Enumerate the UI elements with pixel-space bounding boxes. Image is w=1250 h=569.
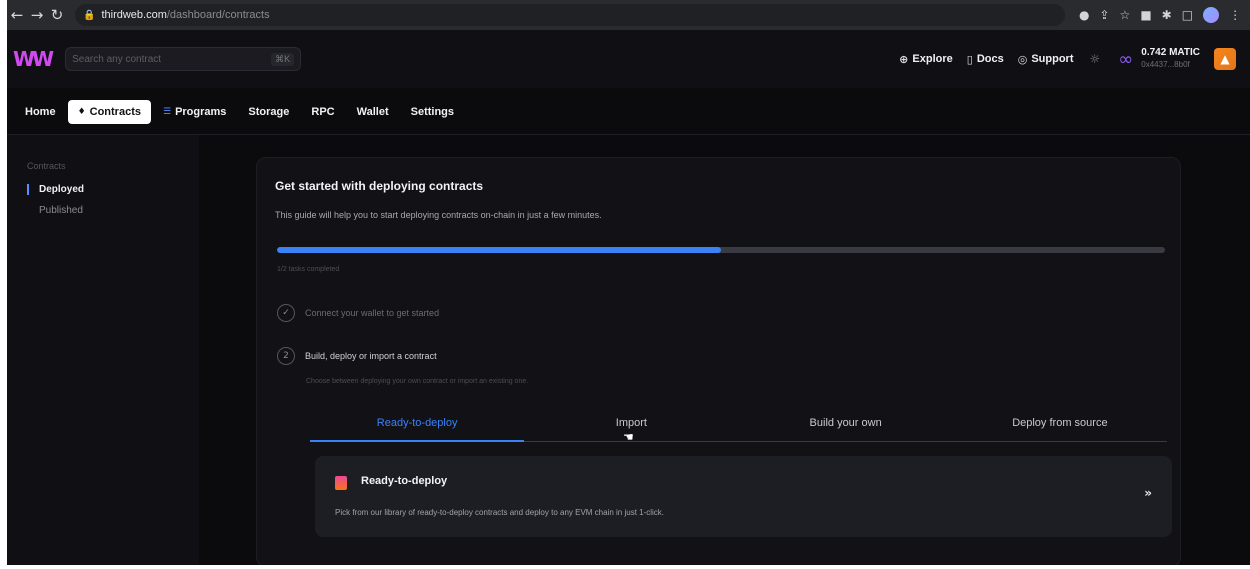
step-deploy-contract: 2 Build, deploy or import a contract — [277, 347, 437, 365]
deploy-tabs: Ready-to-deploy Import Build your own De… — [310, 408, 1167, 442]
nav-label-settings: Settings — [410, 106, 455, 118]
app-frame: ← → ↻ 🔒 thirdweb.com /dashboard/contract… — [7, 0, 1250, 565]
support-link[interactable]: ◎ Support — [1018, 53, 1074, 66]
nav-item-storage[interactable]: Storage — [238, 100, 299, 124]
nav-item-rpc[interactable]: RPC — [301, 100, 344, 124]
search-input[interactable] — [72, 53, 253, 65]
puzzle-icon[interactable]: ✱ — [1162, 8, 1172, 22]
extension-icon[interactable]: ■ — [1140, 8, 1151, 22]
step-connect-wallet: ✓ Connect your wallet to get started — [277, 304, 439, 322]
tab-deploy-from-source[interactable]: Deploy from source — [953, 408, 1167, 441]
nav-label-contracts: Contracts — [89, 106, 141, 118]
progress-bar-fill — [277, 247, 721, 253]
programs-icon: ☰ — [162, 107, 172, 117]
share-icon[interactable]: ⇪ — [1099, 8, 1109, 22]
nav-label-wallet: Wallet — [356, 106, 389, 118]
search-shortcut: ⌘K — [271, 52, 295, 66]
getting-started-card: Get started with deploying contracts Thi… — [256, 157, 1181, 565]
address-bar[interactable]: 🔒 thirdweb.com /dashboard/contracts — [75, 4, 1065, 26]
nav-label-storage: Storage — [248, 106, 290, 118]
menu-icon[interactable]: ⋮ — [1229, 8, 1241, 22]
sidebar: Contracts Deployed Published — [7, 135, 199, 565]
sidebar-item-deployed[interactable]: Deployed — [27, 184, 84, 195]
star-icon[interactable]: ☆ — [1120, 8, 1131, 22]
nav-label-home: Home — [25, 106, 56, 118]
header-actions: ⊕ Explore ▯ Docs ◎ Support ☼ ∞ 0.742 MAT… — [885, 47, 1236, 71]
step-2-subtitle: Choose between deploying your own contra… — [306, 378, 529, 385]
document-icon: ▯ — [966, 52, 973, 66]
app-header: WW ⌘K ⊕ Explore ▯ Docs ◎ Support ☼ ∞ 0.7… — [7, 30, 1250, 88]
nav-item-contracts[interactable]: ♦ Contracts — [67, 100, 151, 124]
progress-label: 1/2 tasks completed — [277, 266, 340, 273]
tab-ready-to-deploy[interactable]: Ready-to-deploy — [310, 408, 525, 442]
url-host: thirdweb.com — [101, 9, 167, 21]
mouse-cursor-icon: ☚ — [623, 430, 634, 444]
thirdweb-logo-icon[interactable]: WW — [13, 47, 54, 71]
sidebar-title: Contracts — [27, 161, 66, 171]
option-description: Pick from our library of ready-to-deploy… — [335, 508, 665, 517]
ready-to-deploy-icon — [335, 476, 347, 490]
ready-to-deploy-option[interactable]: Ready-to-deploy Pick from our library of… — [315, 456, 1172, 537]
option-title: Ready-to-deploy — [361, 475, 448, 487]
lock-icon: 🔒 — [83, 9, 96, 21]
docs-label: Docs — [976, 53, 1004, 65]
back-icon[interactable]: ← — [7, 6, 27, 24]
window-icon[interactable]: □ — [1182, 8, 1193, 22]
chevron-double-right-icon[interactable]: » — [1144, 486, 1152, 500]
explore-label: Explore — [912, 53, 953, 65]
step-2-text: Build, deploy or import a contract — [305, 351, 437, 361]
forward-icon[interactable]: → — [27, 6, 47, 24]
url-path: /dashboard/contracts — [166, 9, 270, 21]
tab-build-your-own[interactable]: Build your own — [739, 408, 953, 441]
nav-item-wallet[interactable]: Wallet — [347, 100, 399, 124]
browser-toolbar: ← → ↻ 🔒 thirdweb.com /dashboard/contract… — [7, 0, 1250, 30]
explore-link[interactable]: ⊕ Explore — [899, 53, 953, 66]
theme-toggle-icon[interactable]: ☼ — [1090, 52, 1101, 66]
support-label: Support — [1031, 53, 1074, 65]
polygon-network-icon[interactable]: ∞ — [1118, 49, 1133, 70]
sidebar-item-published[interactable]: Published — [27, 205, 83, 216]
docs-link[interactable]: ▯ Docs — [967, 53, 1004, 66]
nav-item-home[interactable]: Home — [15, 100, 66, 124]
nav-label-programs: Programs — [175, 106, 227, 118]
reload-icon[interactable]: ↻ — [47, 6, 67, 24]
step-number-badge: 2 — [277, 347, 295, 365]
wallet-balance[interactable]: 0.742 MATIC 0x4437...8b0f — [1141, 47, 1200, 71]
profile-avatar[interactable] — [1203, 7, 1220, 23]
balance-amount: 0.742 MATIC — [1141, 47, 1200, 58]
top-nav: Home ♦ Contracts ☰ Programs Storage RPC … — [7, 96, 1250, 128]
search-box[interactable]: ⌘K — [65, 47, 302, 71]
guide-title: Get started with deploying contracts — [275, 179, 484, 193]
wallet-address: 0x4437...8b0f — [1141, 60, 1190, 69]
nav-item-programs[interactable]: ☰ Programs — [153, 100, 236, 124]
check-circle-icon: ✓ — [277, 304, 295, 322]
step-1-text: Connect your wallet to get started — [305, 308, 440, 318]
contracts-icon: ♦ — [77, 107, 86, 117]
guide-subtitle: This guide will help you to start deploy… — [275, 210, 602, 220]
metamask-icon[interactable]: ▲ — [1214, 48, 1236, 70]
progress-bar — [277, 247, 1165, 253]
support-icon: ◎ — [1017, 52, 1028, 66]
nav-label-rpc: RPC — [311, 106, 335, 118]
browser-actions: ● ⇪ ☆ ■ ✱ □ ⋮ — [1079, 7, 1241, 23]
incognito-icon[interactable]: ● — [1079, 8, 1089, 22]
globe-icon: ⊕ — [899, 52, 909, 66]
nav-item-settings[interactable]: Settings — [401, 100, 464, 124]
